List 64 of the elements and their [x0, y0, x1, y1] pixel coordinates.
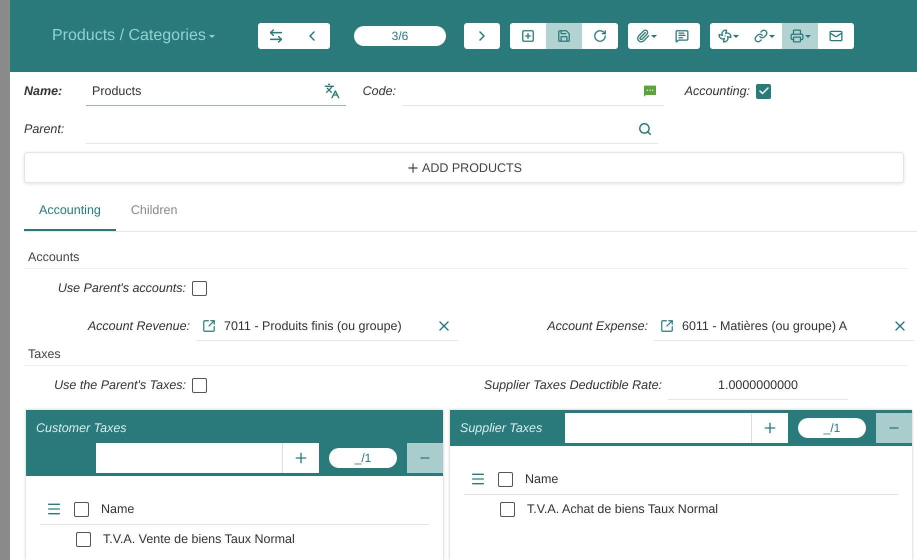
field-label: Name:	[24, 84, 64, 98]
row-checkbox[interactable]	[500, 502, 515, 516]
caret-icon	[208, 34, 215, 38]
panel-title: Supplier Taxes	[460, 420, 544, 437]
plus-icon	[762, 420, 778, 436]
link-icon	[754, 29, 768, 43]
print-icon	[790, 29, 804, 43]
name-field[interactable]: Products	[86, 76, 346, 106]
caret-icon	[732, 34, 738, 38]
fan-icon	[718, 29, 732, 43]
plus-icon	[293, 450, 309, 466]
field-label: Use Parent's accounts:	[56, 281, 187, 295]
table-cell: T.V.A. Vente de biens Taux Normal	[103, 532, 295, 546]
open-link-icon	[660, 318, 674, 332]
field-label: Account Expense:	[546, 319, 649, 333]
record-pager[interactable]: 3/6	[354, 26, 446, 46]
refresh-icon	[593, 29, 607, 43]
account-revenue-field[interactable]: 7011 - Produits finis (ou groupe)	[196, 311, 458, 341]
plus-icon	[406, 160, 420, 174]
field-label: Code:	[362, 84, 397, 98]
menu-icon[interactable]	[46, 501, 62, 517]
column-header: Name	[525, 472, 558, 486]
select-all-checkbox[interactable]	[74, 502, 89, 516]
translate-icon	[324, 82, 340, 98]
field-label: Account Revenue:	[86, 319, 191, 333]
account-expense-field[interactable]: 6011 - Matières (ou groupe) A	[654, 311, 914, 341]
comment-icon	[675, 29, 689, 43]
field-label: Parent:	[24, 122, 66, 136]
tab[interactable]: Children	[116, 191, 192, 231]
add-products-button[interactable]: ADD PRODUCTS	[24, 152, 904, 183]
search-field[interactable]	[96, 443, 283, 473]
comment-icon	[642, 82, 658, 98]
breadcrumb[interactable]: Products / Categories	[52, 27, 248, 45]
paperclip-icon	[636, 29, 650, 43]
mail-icon	[829, 29, 843, 43]
open-link-icon	[202, 318, 216, 332]
section-title: Accounts	[24, 232, 908, 269]
save-button[interactable]	[546, 23, 582, 49]
search-field[interactable]	[565, 413, 752, 443]
swap-icon	[268, 28, 284, 44]
column-header: Name	[101, 502, 134, 516]
search-icon	[638, 122, 652, 136]
field-label: Accounting:	[683, 84, 751, 98]
panel-title: Customer Taxes	[36, 420, 128, 437]
caret-icon	[768, 34, 774, 38]
accounting-checkbox[interactable]	[756, 84, 771, 98]
menu-icon[interactable]	[470, 471, 486, 487]
table-cell: T.V.A. Achat de biens Taux Normal	[527, 502, 718, 516]
panel-pager[interactable]: _/1	[798, 418, 866, 438]
row-checkbox[interactable]	[76, 532, 91, 546]
caret-icon	[804, 34, 810, 38]
print-button[interactable]	[782, 23, 818, 49]
select-all-checkbox[interactable]	[498, 472, 513, 486]
caret-icon	[650, 34, 656, 38]
rate-field[interactable]: 1.0000000000	[668, 370, 848, 400]
checkbox[interactable]	[192, 280, 207, 296]
section-title: Taxes	[24, 345, 908, 366]
save-icon	[557, 29, 571, 43]
panel-pager[interactable]: _/1	[329, 448, 397, 468]
tab[interactable]: Accounting	[24, 191, 116, 231]
checkbox[interactable]	[192, 378, 207, 392]
new-icon	[521, 29, 535, 43]
field-label: Use the Parent's Taxes:	[53, 378, 187, 392]
field-label: Supplier Taxes Deductible Rate:	[482, 378, 663, 392]
